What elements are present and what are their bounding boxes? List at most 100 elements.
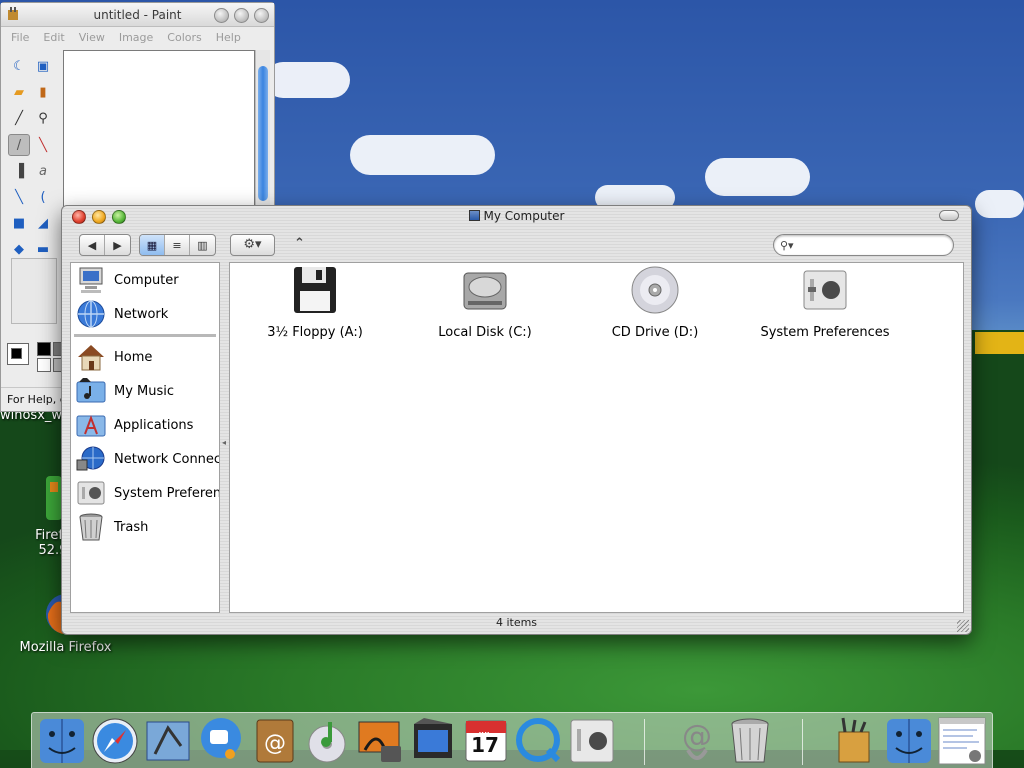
foreground-color-swatch[interactable] bbox=[11, 348, 22, 359]
dock-item-trash[interactable] bbox=[725, 716, 775, 766]
paint-menu-colors[interactable]: Colors bbox=[167, 31, 201, 44]
window-thumbnail-icon bbox=[938, 717, 986, 765]
icon-view-button[interactable]: ▦ bbox=[140, 235, 165, 255]
computer-icon bbox=[468, 210, 480, 221]
color-swatch[interactable] bbox=[37, 342, 51, 356]
sidebar-item-label: Trash bbox=[114, 519, 149, 535]
paint-tool-options[interactable] bbox=[11, 258, 57, 324]
free-select-tool-icon[interactable]: ☾ bbox=[8, 56, 30, 78]
action-menu-button[interactable]: ⚙▾ bbox=[230, 234, 275, 256]
volume-local-disk[interactable]: Local Disk (C:) bbox=[405, 265, 565, 340]
dock-item-imovie[interactable] bbox=[408, 716, 458, 766]
view-mode-control: ▦ ≡ ▥ bbox=[139, 234, 216, 256]
resize-grip[interactable] bbox=[957, 620, 969, 632]
icon-grid-icon: ▦ bbox=[146, 238, 158, 252]
brush-tool-icon[interactable]: ╲ bbox=[32, 135, 54, 157]
paint-canvas[interactable] bbox=[63, 50, 255, 212]
sidebar-item-system-preferences[interactable]: System Preferenc bbox=[71, 476, 219, 510]
paint-menu-edit[interactable]: Edit bbox=[43, 31, 64, 44]
volume-system-preferences[interactable]: System Preferences bbox=[745, 265, 905, 340]
paint-titlebar[interactable]: untitled - Paint bbox=[1, 3, 274, 27]
dock-item-finder-window[interactable] bbox=[884, 716, 934, 766]
finder-icon bbox=[887, 719, 931, 763]
hard-disk-icon bbox=[463, 272, 507, 310]
pencil-tool-icon[interactable]: / bbox=[8, 134, 30, 156]
eraser-tool-icon[interactable]: ▰ bbox=[8, 82, 30, 104]
scrollbar-thumb[interactable] bbox=[258, 66, 268, 201]
dock-item-mail[interactable] bbox=[143, 716, 193, 766]
dock-item-safari[interactable] bbox=[90, 716, 140, 766]
finder-titlebar[interactable]: My Computer bbox=[62, 206, 971, 228]
close-button[interactable] bbox=[72, 210, 86, 224]
minimize-button[interactable] bbox=[92, 210, 106, 224]
safari-icon bbox=[92, 718, 138, 764]
sidebar-item-applications[interactable]: Applications bbox=[71, 408, 219, 442]
sidebar-item-trash[interactable]: Trash bbox=[71, 510, 219, 544]
color-swatch[interactable] bbox=[37, 358, 51, 372]
cloud bbox=[975, 190, 1024, 218]
window-controls bbox=[72, 210, 126, 224]
rectangle-tool-icon[interactable]: ■ bbox=[8, 213, 30, 235]
sidebar-item-network[interactable]: Network bbox=[71, 297, 219, 331]
dock-item-utilities[interactable] bbox=[829, 716, 879, 766]
search-input[interactable] bbox=[797, 238, 948, 252]
magnifier-tool-icon[interactable]: ⚲ bbox=[32, 108, 54, 130]
column-view-button[interactable]: ▥ bbox=[190, 235, 215, 255]
dock-item-iphoto[interactable] bbox=[355, 716, 405, 766]
paint-menu-help[interactable]: Help bbox=[216, 31, 241, 44]
airbrush-tool-icon[interactable]: ▐ bbox=[8, 161, 30, 183]
finder-content-area[interactable]: 3½ Floppy (A:) Local Disk (C:) CD Drive … bbox=[229, 262, 964, 613]
paint-menu-view[interactable]: View bbox=[79, 31, 105, 44]
paint-close-button[interactable] bbox=[254, 8, 269, 23]
paint-color-palette[interactable] bbox=[5, 341, 65, 377]
search-field[interactable]: ⚲▾ bbox=[773, 234, 954, 256]
paint-toolbox: ☾ ▣ ▰ ▮ ╱ ⚲ / ╲ ▐ a ╲( ■ ◢ ◆ ▬ bbox=[7, 55, 59, 264]
dock-item-mail-at[interactable]: @ bbox=[672, 716, 722, 766]
paint-minimize-button[interactable] bbox=[214, 8, 229, 23]
dock-item-address-book[interactable]: @ bbox=[249, 716, 299, 766]
path-menu-button[interactable]: ⌃ bbox=[294, 236, 305, 251]
toolbar-toggle-button[interactable] bbox=[939, 210, 959, 221]
sidebar-item-label: Computer bbox=[114, 272, 179, 288]
back-button[interactable]: ◀ bbox=[80, 235, 105, 255]
list-view-button[interactable]: ≡ bbox=[165, 235, 190, 255]
cloud bbox=[265, 62, 350, 98]
sidebar-item-my-music[interactable]: My Music bbox=[71, 374, 219, 408]
gear-icon: ⚙▾ bbox=[243, 237, 262, 252]
finder-toolbar: ◀ ▶ ▦ ≡ ▥ ⚙▾ ⌃ ⚲▾ bbox=[62, 230, 971, 262]
paint-maximize-button[interactable] bbox=[234, 8, 249, 23]
ical-date-label: 17 bbox=[471, 733, 499, 757]
fill-tool-icon[interactable]: ▮ bbox=[32, 82, 54, 104]
curve-tool-icon[interactable]: ( bbox=[32, 187, 54, 209]
dock-item-ichat[interactable] bbox=[196, 716, 246, 766]
sidebar-item-computer[interactable]: Computer bbox=[71, 263, 219, 297]
line-tool-icon[interactable]: ╲ bbox=[8, 187, 30, 209]
dock-item-quicktime[interactable] bbox=[514, 716, 564, 766]
paint-vertical-scrollbar[interactable] bbox=[255, 50, 270, 212]
paint-menu-image[interactable]: Image bbox=[119, 31, 153, 44]
volume-label: Local Disk (C:) bbox=[438, 325, 532, 340]
rect-select-tool-icon[interactable]: ▣ bbox=[32, 56, 54, 78]
sidebar-item-home[interactable]: Home bbox=[71, 340, 219, 374]
dock-item-itunes[interactable] bbox=[302, 716, 352, 766]
svg-text:@: @ bbox=[682, 719, 712, 754]
dock-item-window-thumbnail[interactable] bbox=[937, 716, 987, 766]
volume-label: System Preferences bbox=[760, 325, 890, 340]
text-tool-icon[interactable]: a bbox=[32, 161, 54, 183]
sidebar-item-label: Home bbox=[114, 349, 153, 365]
dock-item-system-preferences[interactable] bbox=[567, 716, 617, 766]
volume-floppy[interactable]: 3½ Floppy (A:) bbox=[235, 265, 395, 340]
zoom-button[interactable] bbox=[112, 210, 126, 224]
sidebar-separator bbox=[74, 334, 216, 337]
dock-item-finder[interactable] bbox=[37, 716, 87, 766]
sidebar-item-network-connections[interactable]: Network Connec bbox=[71, 442, 219, 476]
volume-cd-drive[interactable]: CD Drive (D:) bbox=[575, 265, 735, 340]
polygon-tool-icon[interactable]: ◢ bbox=[32, 213, 54, 235]
forward-button[interactable]: ▶ bbox=[105, 235, 130, 255]
floppy-disk-icon bbox=[294, 267, 336, 313]
system-preferences-icon bbox=[570, 719, 614, 763]
picker-tool-icon[interactable]: ╱ bbox=[8, 108, 30, 130]
paint-menu-file[interactable]: File bbox=[11, 31, 29, 44]
volume-label: CD Drive (D:) bbox=[611, 325, 699, 340]
sidebar-resize-handle[interactable]: ◂ bbox=[222, 438, 226, 447]
